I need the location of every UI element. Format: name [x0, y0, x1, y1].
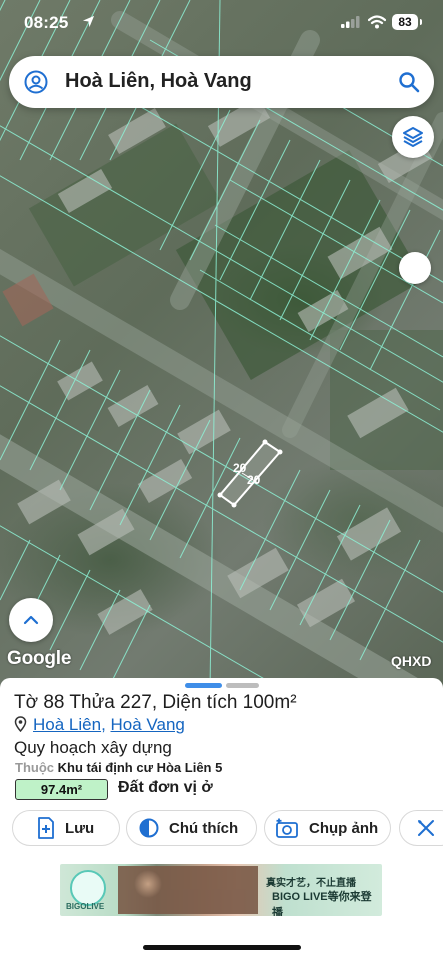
- area-badge: 97.4m²: [15, 779, 108, 800]
- contrast-icon: [139, 818, 159, 838]
- status-bar: 08:25 83: [0, 0, 443, 46]
- measure-tool-button[interactable]: [399, 810, 443, 846]
- land-type: Đất đơn vị ở: [118, 779, 213, 796]
- belongs-label: Thuộc: [15, 760, 54, 775]
- sheet-handle-inactive[interactable]: [226, 683, 259, 688]
- map-slider-handle[interactable]: [399, 252, 431, 284]
- ward-link[interactable]: Hoà Liên: [33, 715, 101, 734]
- search-query[interactable]: Hoà Liên, Hoà Vang: [65, 70, 252, 93]
- ad-photo: [118, 866, 258, 914]
- legend-button[interactable]: Chú thích: [126, 810, 257, 846]
- save-label: Lưu: [65, 819, 95, 837]
- search-bar[interactable]: Hoà Liên, Hoà Vang: [9, 56, 434, 108]
- camera-add-icon: [276, 818, 298, 838]
- capture-button[interactable]: Chụp ảnh: [264, 810, 391, 846]
- parcel-location: Hoà Liên, Hoà Vang: [33, 715, 185, 734]
- ad-brand-small: BIGOLIVE: [66, 902, 105, 911]
- parcel-info-sheet[interactable]: Tờ 88 Thửa 227, Diện tích 100m² Hoà Liên…: [0, 678, 443, 960]
- parcel-title: Tờ 88 Thửa 227, Diện tích 100m²: [14, 692, 297, 713]
- layers-icon: [403, 127, 423, 147]
- legend-label: Chú thích: [169, 819, 239, 837]
- expand-up-button[interactable]: [9, 598, 53, 642]
- parcel-edge-label: 20: [247, 473, 261, 487]
- layers-button[interactable]: [392, 116, 434, 158]
- home-indicator[interactable]: [143, 945, 301, 950]
- action-chips: Lưu Chú thích Chụp ảnh: [0, 810, 443, 848]
- wifi-icon: [368, 15, 386, 29]
- battery-indicator: 83: [392, 14, 422, 30]
- belongs-value: Khu tái định cư Hòa Liên 5: [57, 760, 223, 775]
- sheet-handle-active[interactable]: [185, 683, 222, 688]
- status-time: 08:25: [24, 13, 69, 32]
- belongs-row: Thuộc Khu tái định cư Hòa Liên 5: [15, 760, 222, 775]
- location-arrow-icon: [82, 15, 95, 28]
- parcel-edge-label: 20: [233, 461, 247, 475]
- ad-brand-large: BIGO LIVE等你来登播: [272, 891, 372, 916]
- ruler-pencil-icon: [418, 820, 434, 836]
- battery-level: 83: [398, 15, 412, 29]
- satellite-map[interactable]: 20 20 08:25 83 Hoà Liên, Hoà Vang Google…: [0, 0, 443, 690]
- save-button[interactable]: Lưu: [12, 810, 120, 846]
- add-bookmark-icon: [38, 817, 54, 839]
- chevron-up-icon: [23, 615, 39, 625]
- district-link[interactable]: Hoà Vang: [111, 715, 185, 734]
- search-icon[interactable]: [398, 71, 420, 93]
- layer-badge: QHXD: [391, 653, 432, 669]
- planning-heading: Quy hoạch xây dựng: [14, 738, 172, 757]
- bigo-live-banner-ad[interactable]: BIGOLIVE 真实才艺，不止直播 BIGO LIVE等你来登播: [60, 864, 382, 916]
- cellular-signal-icon: [341, 16, 360, 28]
- bigo-mascot-icon: [70, 870, 106, 906]
- location-pin-icon: [14, 716, 27, 732]
- account-icon[interactable]: [24, 70, 48, 94]
- google-logo: Google: [7, 648, 72, 669]
- ad-slogan: 真实才艺，不止直播: [266, 878, 356, 889]
- capture-label: Chụp ảnh: [309, 819, 379, 837]
